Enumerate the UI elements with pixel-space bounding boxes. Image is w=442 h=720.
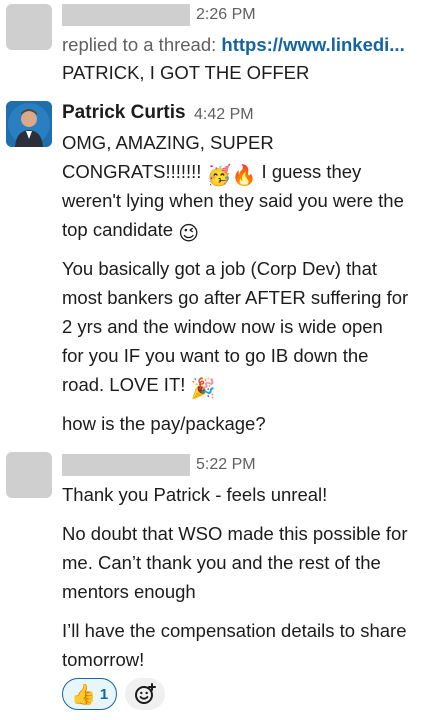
message-line: OMG, AMAZING, SUPER	[62, 132, 274, 153]
message-line: most bankers go after AFTER suffering fo…	[62, 287, 409, 308]
fire-emoji-icon: 🔥	[231, 163, 257, 187]
message-timestamp[interactable]: 4:42 PM	[194, 106, 254, 124]
message-line: road. LOVE IT! 🎉	[62, 370, 215, 400]
message-line: top candidate 😉	[62, 215, 199, 245]
message-text-fragment: CONGRATS!!!!!!!	[62, 161, 202, 182]
message-line: 2 yrs and the window now is wide open	[62, 316, 383, 337]
message-line: how is the pay/package?	[62, 413, 266, 434]
avatar[interactable]	[6, 101, 52, 147]
message-line: No doubt that WSO made this possible for	[62, 523, 408, 544]
thumbs-up-reaction[interactable]: 👍 1	[62, 678, 118, 710]
message-text-fragment: I guess they	[261, 161, 362, 182]
thumbs-up-icon: 👍	[71, 682, 96, 706]
sender-name-redacted[interactable]	[62, 454, 190, 476]
add-emoji-icon	[135, 683, 157, 704]
party-popper-emoji-icon: 🎉	[190, 376, 216, 400]
message-text-fragment: road. LOVE IT!	[62, 374, 186, 395]
message-text: PATRICK, I GOT THE OFFER	[62, 62, 310, 83]
reaction-count: 1	[99, 685, 109, 703]
party-face-emoji-icon: 🥳	[206, 163, 232, 187]
thread-reply-line: replied to a thread: https://www.linkedi…	[62, 30, 405, 60]
message-line: mentors enough	[62, 581, 196, 602]
avatar-redacted[interactable]	[6, 452, 52, 498]
thread-link[interactable]: https://www.linkedi...	[221, 34, 404, 55]
add-reaction-button[interactable]	[125, 678, 166, 710]
wink-emoji-icon: 😉	[178, 221, 200, 245]
message-line: I’ll have the compensation details to sh…	[62, 620, 407, 641]
message-line: CONGRATS!!!!!!! 🥳🔥 I guess they	[62, 157, 361, 187]
avatar-redacted[interactable]	[6, 4, 52, 50]
user-photo-icon	[6, 101, 52, 147]
sender-name-redacted[interactable]	[62, 4, 190, 26]
sender-name[interactable]: Patrick Curtis	[62, 102, 186, 124]
message-line: weren't lying when they said you were th…	[62, 190, 404, 211]
thread-reply-prefix: replied to a thread:	[62, 34, 217, 55]
message-line: You basically got a job (Corp Dev) that	[62, 258, 378, 279]
message-timestamp[interactable]: 5:22 PM	[196, 456, 256, 474]
message-line: for you IF you want to go IB down the	[62, 345, 369, 366]
message-line: Thank you Patrick - feels unreal!	[62, 484, 328, 505]
message-timestamp[interactable]: 2:26 PM	[196, 6, 256, 24]
message-text-fragment: top candidate	[62, 219, 174, 240]
message-line: tomorrow!	[62, 649, 145, 670]
message-line: me. Can’t thank you and the rest of the	[62, 552, 381, 573]
reactions-bar: 👍 1	[62, 678, 166, 712]
